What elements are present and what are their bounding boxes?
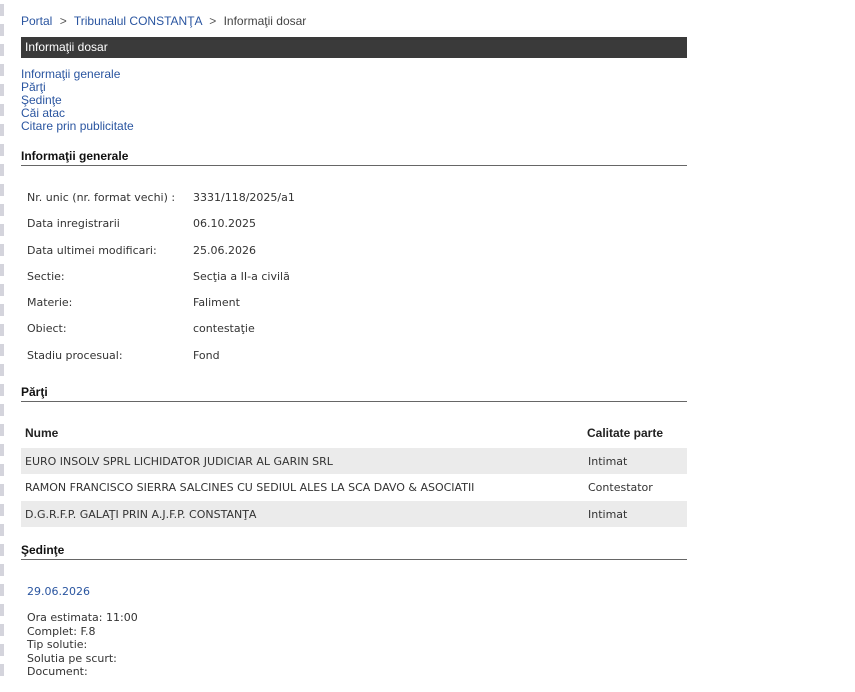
breadcrumb-portal-link[interactable]: Portal	[21, 14, 52, 28]
info-value: Faliment	[193, 296, 240, 310]
section-heading-label: Informaţii generale	[21, 149, 129, 163]
hearing-date: 29.06.2026	[27, 585, 90, 598]
info-label: Data ultimei modificari:	[27, 243, 157, 257]
info-value: 3331/118/2025/a1	[193, 191, 295, 204]
section-nav: Informaţii generale Părţi Şedinţe Căi at…	[21, 68, 134, 133]
table-row: EURO INSOLV SPRL LICHIDATOR JUDICIAR AL …	[21, 448, 687, 475]
info-value: contestaţie	[193, 322, 255, 336]
info-label: Stadiu procesual:	[27, 348, 123, 362]
hearing-detail-line: Document:	[27, 665, 88, 678]
info-value: 25.06.2026	[193, 243, 256, 257]
parti-table: Nume Calitate parte EURO INSOLV SPRL LIC…	[21, 422, 687, 527]
section-heading-sedinte: Şedinţe	[21, 543, 687, 560]
info-label: Data inregistrarii	[27, 217, 120, 231]
party-role: Intimat	[588, 455, 628, 468]
breadcrumb-separator: >	[209, 14, 217, 28]
hearing-detail-line: Complet: F.8	[27, 624, 96, 638]
info-label: Obiect:	[27, 322, 67, 336]
section-heading-parti: Părţi	[21, 385, 687, 402]
breadcrumb-court-link[interactable]: Tribunalul CONSTANŢA	[74, 14, 202, 28]
section-heading-general: Informaţii generale	[21, 149, 687, 166]
breadcrumb: Portal > Tribunalul CONSTANŢA > Informaţ…	[21, 14, 306, 28]
section-heading-label: Părţi	[21, 385, 48, 399]
hearing-details: 29.06.2026 Ora estimata: 11:00 Complet: …	[27, 585, 138, 679]
breadcrumb-current: Informaţii dosar	[223, 14, 307, 28]
table-row: D.G.R.F.P. GALAŢI PRIN A.J.F.P. CONSTANŢ…	[21, 500, 687, 527]
table-header: Nume Calitate parte	[21, 422, 687, 448]
party-name: EURO INSOLV SPRL LICHIDATOR JUDICIAR AL …	[25, 455, 333, 468]
breadcrumb-separator: >	[59, 14, 67, 28]
info-label: Sectie:	[27, 269, 65, 283]
info-label: Materie:	[27, 296, 73, 310]
party-name: D.G.R.F.P. GALAŢI PRIN A.J.F.P. CONSTANŢ…	[25, 507, 257, 521]
party-name: RAMON FRANCISCO SIERRA SALCINES CU SEDIU…	[25, 481, 475, 495]
hearing-detail-line: Tip solutie:	[27, 638, 88, 651]
section-heading-label: Şedinţe	[21, 543, 65, 557]
nav-link-citare-publicitate[interactable]: Citare prin publicitate	[21, 120, 134, 133]
left-edge-strip	[0, 0, 5, 692]
info-value: 06.10.2025	[193, 217, 256, 231]
page-title: Informaţii dosar	[21, 37, 687, 58]
info-value: Fond	[193, 348, 220, 362]
info-label: Nr. unic (nr. format vechi) :	[27, 191, 176, 204]
hearing-detail-line: Solutia pe scurt:	[27, 651, 117, 665]
info-value: Secţia a II-a civilă	[193, 269, 290, 283]
party-role: Intimat	[588, 507, 628, 521]
table-row: RAMON FRANCISCO SIERRA SALCINES CU SEDIU…	[21, 474, 687, 500]
party-role: Contestator	[588, 481, 653, 495]
column-header-calitate: Calitate parte	[587, 426, 664, 440]
column-header-nume: Nume	[25, 426, 59, 440]
hearing-detail-line: Ora estimata: 11:00	[27, 611, 138, 624]
